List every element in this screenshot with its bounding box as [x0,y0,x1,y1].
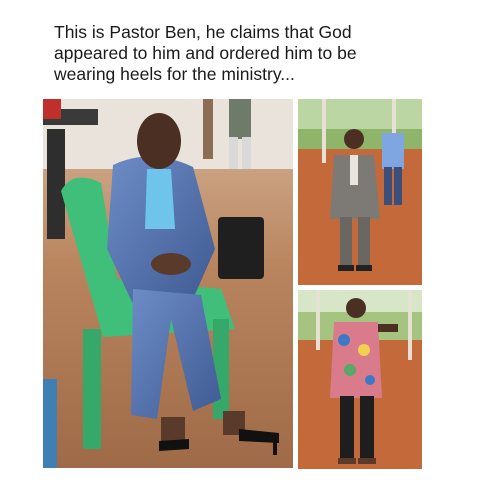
photo-top-right-image [298,99,422,285]
photo-main-image [43,99,293,468]
photo-bottom-right[interactable] [298,290,422,469]
photo-bottom-right-image [298,290,422,469]
post-caption: This is Pastor Ben, he claims that God a… [54,22,357,84]
photo-top-right[interactable] [298,99,422,285]
photo-main[interactable] [43,99,293,468]
